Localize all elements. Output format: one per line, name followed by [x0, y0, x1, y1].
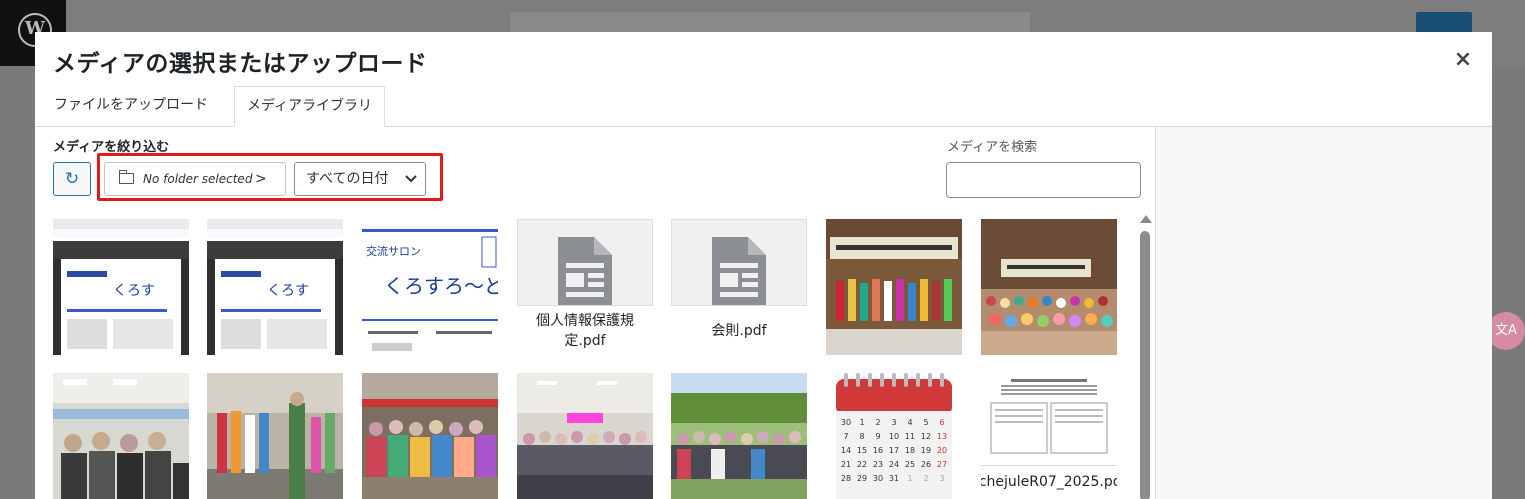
media-item[interactable]: 交流サロン くろすろ〜ど — [362, 219, 498, 355]
svg-text:8: 8 — [859, 432, 864, 441]
media-item[interactable]: くろす — [53, 219, 189, 355]
media-filename: 個人情報保護規定.pdf — [517, 305, 653, 355]
media-filename: schejuleR07_2025.pdf — [981, 465, 1117, 499]
svg-text:1: 1 — [907, 474, 912, 483]
svg-text:5: 5 — [923, 418, 928, 427]
attachment-details-sidebar — [1155, 127, 1492, 499]
media-item[interactable] — [671, 373, 807, 499]
filter-label: メディアを絞り込む — [53, 140, 170, 155]
media-item[interactable]: 会則.pdf — [671, 219, 807, 355]
costume-group-photo-thumbnail — [362, 373, 498, 499]
svg-text:1: 1 — [859, 418, 864, 427]
media-item[interactable] — [207, 373, 343, 499]
svg-text:3: 3 — [891, 418, 896, 427]
media-item[interactable]: 個人情報保護規定.pdf — [517, 219, 653, 355]
svg-text:9: 9 — [875, 432, 880, 441]
refresh-button[interactable]: ↻ — [53, 162, 91, 196]
svg-text:12: 12 — [921, 432, 931, 441]
svg-text:23: 23 — [873, 460, 883, 469]
svg-text:28: 28 — [841, 474, 851, 483]
svg-text:25: 25 — [905, 460, 915, 469]
media-item[interactable] — [362, 373, 498, 499]
svg-text:30: 30 — [873, 474, 883, 483]
svg-text:くろすろ〜ど: くろすろ〜ど — [384, 274, 498, 298]
newsletter-screenshot-thumbnail: くろす — [53, 219, 189, 355]
svg-text:29: 29 — [857, 474, 867, 483]
svg-text:14: 14 — [841, 446, 851, 455]
document-icon — [712, 237, 766, 309]
media-grid: くろす くろす 交流サロン くろすろ〜ど 個人情報保護規定.pdf 会則.pdf… — [53, 219, 1133, 499]
media-item[interactable] — [53, 373, 189, 499]
svg-text:6: 6 — [939, 418, 944, 427]
scroll-thumb[interactable] — [1140, 231, 1150, 499]
media-grid-scrollbar[interactable] — [1136, 215, 1154, 499]
svg-text:7: 7 — [843, 432, 848, 441]
svg-text:10: 10 — [889, 432, 899, 441]
parade-photo-thumbnail — [207, 373, 343, 499]
editor-background-left — [0, 66, 35, 499]
svg-text:26: 26 — [921, 460, 931, 469]
folder-select-button[interactable]: No folder selected > — [104, 162, 286, 196]
scroll-up-arrow-icon[interactable] — [1140, 215, 1152, 223]
svg-text:17: 17 — [889, 446, 899, 455]
media-item[interactable] — [826, 219, 962, 355]
calendar-icon: 30 1 2 3 4 5 6 7 8 9 10 11 12 13 14 15 16 17 18 19 20 21 22… — [826, 373, 962, 499]
media-library-content: メディアを絞り込む メディアを検索 ↻ No folder selected >… — [35, 127, 1155, 499]
tab-upload-files[interactable]: ファイルをアップロード — [42, 86, 220, 125]
hall-crowd-photo-thumbnail — [981, 219, 1117, 355]
media-item[interactable] — [981, 219, 1117, 355]
media-modal: メディアの選択またはアップロード × ファイルをアップロード メディアライブラリ… — [35, 32, 1492, 499]
svg-text:27: 27 — [937, 460, 947, 469]
refresh-icon: ↻ — [64, 169, 80, 189]
svg-text:13: 13 — [937, 432, 947, 441]
svg-text:11: 11 — [905, 432, 915, 441]
folder-button-label: No folder selected — [143, 172, 253, 186]
svg-text:21: 21 — [841, 460, 851, 469]
svg-text:2: 2 — [923, 474, 928, 483]
outdoor-group-photo-thumbnail — [671, 373, 807, 499]
svg-text:24: 24 — [889, 460, 899, 469]
svg-text:3: 3 — [939, 474, 944, 483]
svg-text:31: 31 — [889, 474, 899, 483]
date-filter-select[interactable]: すべての日付 — [294, 162, 426, 196]
stage-photo-thumbnail — [826, 219, 962, 355]
translate-icon[interactable]: 文A — [1487, 312, 1525, 350]
svg-text:4: 4 — [907, 418, 912, 427]
folder-icon — [118, 170, 134, 184]
newsletter-header-thumbnail: 交流サロン くろすろ〜ど — [362, 219, 498, 355]
close-button[interactable]: × — [1449, 46, 1477, 74]
svg-text:19: 19 — [921, 446, 931, 455]
tab-media-library[interactable]: メディアライブラリ — [234, 86, 386, 127]
search-input[interactable] — [946, 162, 1141, 198]
svg-text:交流サロン: 交流サロン — [366, 244, 421, 258]
svg-text:18: 18 — [905, 446, 915, 455]
svg-text:30: 30 — [841, 418, 851, 427]
chevron-down-icon — [405, 163, 417, 195]
media-item[interactable]: 30 1 2 3 4 5 6 7 8 9 10 11 12 13 14 15 16 17 18 19 20 21 22… — [826, 373, 962, 499]
modal-title: メディアの選択またはアップロード — [53, 51, 428, 77]
date-filter-label: すべての日付 — [306, 171, 389, 187]
svg-text:くろす: くろす — [267, 283, 309, 299]
newsletter-screenshot-thumbnail: くろす — [207, 219, 343, 355]
media-filename: 会則.pdf — [671, 305, 807, 355]
party-group-photo-thumbnail — [517, 373, 653, 499]
svg-text:くろす: くろす — [113, 283, 155, 299]
media-item[interactable]: くろす — [207, 219, 343, 355]
modal-tabs: ファイルをアップロード メディアライブラリ — [35, 86, 1492, 127]
svg-text:20: 20 — [937, 446, 947, 455]
svg-text:2: 2 — [875, 418, 880, 427]
document-icon — [558, 237, 612, 309]
svg-text:15: 15 — [857, 446, 867, 455]
svg-text:22: 22 — [857, 460, 867, 469]
chevron-right-icon: > — [255, 171, 267, 187]
svg-text:16: 16 — [873, 446, 883, 455]
media-item[interactable]: schejuleR07_2025.pdf — [981, 373, 1117, 499]
audience-photo-thumbnail — [53, 373, 189, 499]
editor-background-right — [1492, 66, 1525, 499]
search-label: メディアを検索 — [947, 140, 1038, 155]
media-item[interactable] — [517, 373, 653, 499]
